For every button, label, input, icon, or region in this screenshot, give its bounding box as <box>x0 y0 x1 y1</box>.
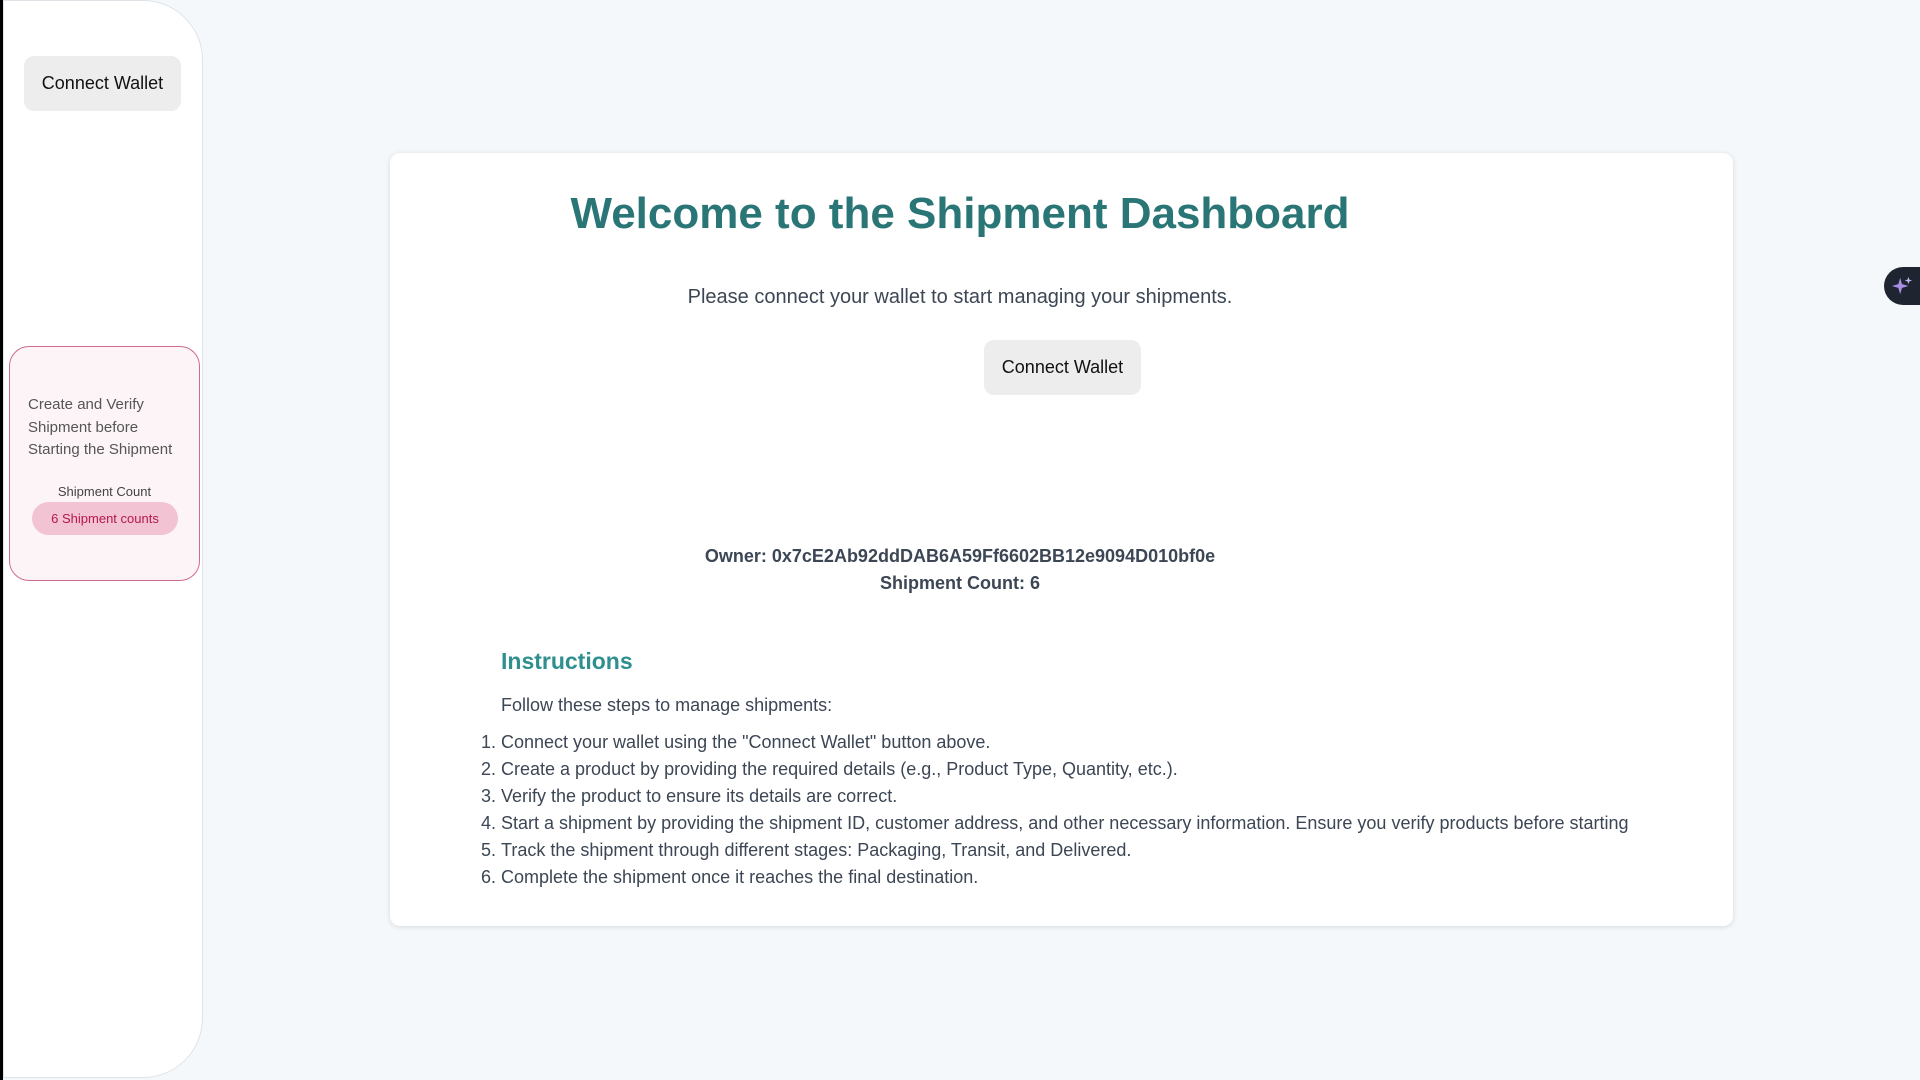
shipment-count-badge: 6 Shipment counts <box>32 502 178 535</box>
page-title: Welcome to the Shipment Dashboard <box>570 189 1350 238</box>
owner-info: Owner: 0x7cE2Ab92ddDAB6A59Ff6602BB12e909… <box>0 543 1920 597</box>
connect-wallet-button[interactable]: Connect Wallet <box>984 340 1141 395</box>
sparkle-icon <box>1891 276 1913 295</box>
assistant-tab[interactable] <box>1884 267 1920 305</box>
instruction-step: Connect your wallet using the "Connect W… <box>481 729 991 756</box>
instructions-lead: Follow these steps to manage shipments: <box>501 695 833 715</box>
shipment-count-label: Shipment Count <box>57 484 152 499</box>
instruction-step: Start a shipment by providing the shipme… <box>481 810 1629 837</box>
instruction-step: Create a product by providing the requir… <box>481 756 1178 783</box>
instructions-list: Connect your wallet using the "Connect W… <box>481 729 1629 891</box>
shipment-info-text: Create and Verify Shipment before Starti… <box>28 396 173 458</box>
owner-address: Owner: 0x7cE2Ab92ddDAB6A59Ff6602BB12e909… <box>704 546 1216 566</box>
shipment-count: Shipment Count: 6 <box>880 573 1040 593</box>
sidebar-connect-wallet-button[interactable]: Connect Wallet <box>24 56 181 111</box>
instruction-step: Track the shipment through different sta… <box>481 837 1132 864</box>
instructions-heading: Instructions <box>501 648 633 674</box>
sidebar: Connect Wallet Create and Verify Shipmen… <box>3 0 203 1078</box>
instruction-step: Complete the shipment once it reaches th… <box>481 864 979 891</box>
page-subtitle: Please connect your wallet to start mana… <box>687 286 1233 308</box>
instruction-step: Verify the product to ensure its details… <box>481 783 898 810</box>
